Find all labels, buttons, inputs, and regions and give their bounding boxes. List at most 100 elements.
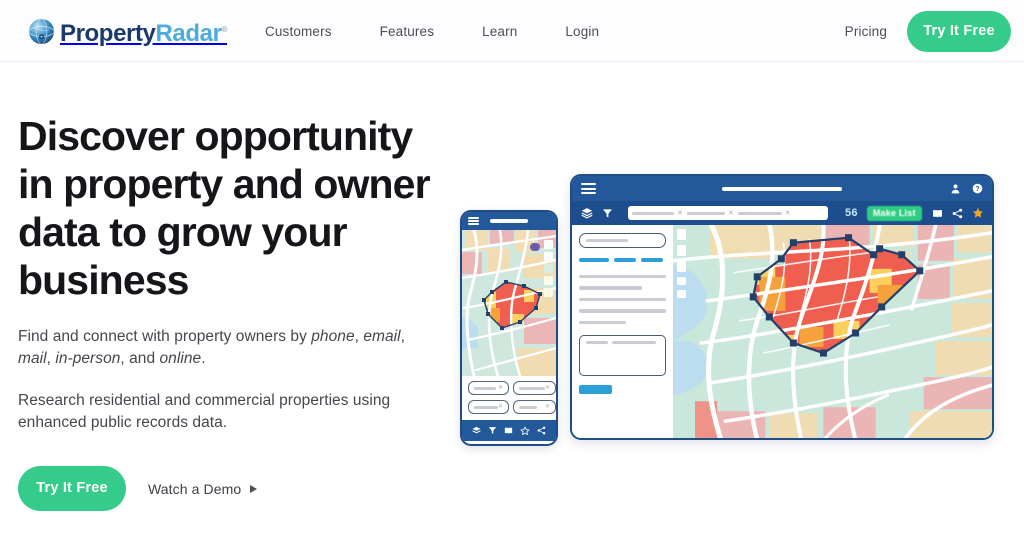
svg-text:· · · · · ·: · · · · · · — [859, 399, 887, 405]
sidebar-detail-card[interactable] — [579, 334, 666, 376]
hero-p1-prefix: Find and connect with property owners by — [18, 328, 312, 345]
map-canvas[interactable]: · · · · · · — [673, 225, 992, 438]
sidebar-text-line — [579, 275, 666, 279]
phone-filter-pills: ✕ ✕ ✕ ✕ — [462, 376, 556, 420]
hero-p1-period: . — [201, 350, 206, 367]
share-nodes-icon[interactable] — [537, 426, 546, 435]
close-x-icon[interactable]: ✕ — [677, 210, 683, 217]
map-pin-icon[interactable] — [530, 243, 540, 251]
close-x-icon[interactable]: ✕ — [498, 404, 503, 410]
nav-item-learn[interactable]: Learn — [482, 18, 517, 45]
hero-p1-online: online — [159, 350, 202, 367]
window-title-placeholder — [722, 186, 842, 191]
desktop-app-mockup: ? ✕ ✕ ✕ 56 Make List · · · · · · — [570, 174, 994, 440]
filter-chip[interactable]: ✕ — [737, 210, 791, 217]
hero-p1-sep4: , and — [120, 350, 160, 367]
mobile-app-mockup: ✕ ✕ ✕ ✕ — [460, 210, 558, 446]
hero-try-it-free-button[interactable]: Try It Free — [18, 466, 126, 511]
result-count: 56 — [845, 207, 858, 219]
map-layer-toggle[interactable] — [677, 229, 686, 240]
filter-pill-text — [474, 405, 498, 409]
close-x-icon[interactable]: ✕ — [728, 210, 734, 217]
map-layer-toggle[interactable] — [677, 261, 686, 272]
user-account-icon[interactable] — [950, 183, 961, 194]
filter-pill[interactable]: ✕ — [468, 400, 510, 414]
star-outline-icon[interactable] — [520, 426, 530, 436]
filter-pill-text — [519, 386, 546, 390]
funnel-filter-icon[interactable] — [488, 426, 497, 435]
filter-pill[interactable]: ✕ — [513, 381, 556, 395]
titlebar-actions: ? — [950, 176, 983, 201]
sidebar-submit-button[interactable] — [579, 384, 612, 394]
nav-try-it-free-button[interactable]: Try It Free — [907, 10, 1011, 52]
hero-section: Discover opportunity in property and own… — [0, 62, 1024, 549]
help-question-icon[interactable]: ? — [972, 183, 983, 194]
brand-trademark: ® — [221, 24, 228, 34]
sidebar-text-lines — [579, 275, 666, 324]
nav-item-customers[interactable]: Customers — [265, 18, 332, 45]
phone-map-graphic — [462, 230, 556, 376]
close-x-icon[interactable]: ✕ — [498, 385, 503, 391]
desktop-body: · · · · · · — [572, 225, 992, 438]
sidebar-tab-1[interactable] — [579, 258, 609, 262]
sidebar-search-input[interactable] — [579, 233, 666, 248]
desktop-toolbar: ✕ ✕ ✕ 56 Make List — [572, 201, 992, 225]
map-layer-toggle[interactable] — [544, 288, 553, 297]
open-book-icon[interactable] — [504, 426, 513, 435]
sidebar-tab-2[interactable] — [614, 258, 636, 262]
sidebar-card-value — [612, 340, 656, 345]
phone-map-layer-toggles — [544, 240, 553, 297]
map-layer-toggle[interactable] — [544, 276, 553, 285]
filter-pill[interactable]: ✕ — [513, 400, 556, 414]
filter-chip-text — [632, 211, 674, 215]
sidebar-tab-3[interactable] — [641, 258, 663, 262]
sidebar-text-line — [579, 309, 666, 313]
close-x-icon[interactable]: ✕ — [785, 210, 791, 217]
globe-icon — [28, 18, 55, 44]
map-layer-toggle[interactable] — [677, 245, 686, 256]
hamburger-menu-icon[interactable] — [468, 217, 479, 225]
desktop-titlebar: ? — [572, 176, 992, 201]
nav-item-features[interactable]: Features — [380, 18, 434, 45]
svg-text:?: ? — [975, 186, 979, 193]
layers-stack-icon[interactable] — [581, 207, 593, 219]
phone-map-canvas[interactable] — [462, 230, 556, 376]
map-layer-toggle[interactable] — [544, 240, 553, 249]
map-layer-toggle[interactable] — [544, 264, 553, 273]
filter-chip[interactable]: ✕ — [686, 210, 734, 217]
top-navigation-bar: PropertyRadar® Customers Features Learn … — [0, 0, 1024, 62]
filter-chip-text — [737, 211, 782, 215]
nav-item-login[interactable]: Login — [565, 18, 599, 45]
share-nodes-icon[interactable] — [952, 208, 963, 219]
sidebar-search-placeholder — [586, 239, 628, 242]
search-input[interactable]: ✕ ✕ ✕ — [628, 206, 828, 220]
open-book-icon[interactable] — [932, 208, 943, 219]
product-mockup-illustration: ? ✕ ✕ ✕ 56 Make List · · · · · · ✕ ✕ ✕ ✕ — [452, 166, 1012, 456]
star-icon[interactable] — [972, 207, 984, 219]
map-layer-toggle[interactable] — [677, 290, 686, 298]
map-layer-toggles — [677, 229, 686, 298]
nav-item-pricing[interactable]: Pricing — [845, 24, 887, 39]
hamburger-menu-icon[interactable] — [581, 183, 596, 194]
layers-stack-icon[interactable] — [471, 426, 481, 435]
filter-chip[interactable]: ✕ — [632, 210, 683, 217]
make-list-button[interactable]: Make List — [866, 205, 922, 221]
close-x-icon[interactable]: ✕ — [545, 385, 550, 391]
map-layer-toggle[interactable] — [544, 252, 553, 261]
map-layer-toggle[interactable] — [677, 277, 686, 285]
hero-p1-sep2: , — [400, 328, 405, 345]
funnel-filter-icon[interactable] — [602, 208, 613, 219]
watch-a-demo-link[interactable]: Watch a Demo — [148, 480, 258, 497]
close-x-icon[interactable]: ✕ — [545, 404, 550, 410]
hero-cta-row: Try It Free Watch a Demo — [18, 466, 438, 511]
filter-chip-text — [686, 211, 725, 215]
filter-pill[interactable]: ✕ — [468, 381, 510, 395]
brand-logo[interactable]: PropertyRadar® — [28, 16, 228, 47]
sidebar-text-line — [579, 286, 642, 290]
play-triangle-icon — [250, 484, 258, 493]
brand-name-part1: Property — [60, 19, 156, 47]
map-graphic: · · · · · · — [673, 225, 992, 438]
hero-paragraph-1: Find and connect with property owners by… — [18, 326, 438, 370]
watch-a-demo-label: Watch a Demo — [148, 480, 242, 497]
phone-bottom-toolbar — [462, 420, 556, 441]
